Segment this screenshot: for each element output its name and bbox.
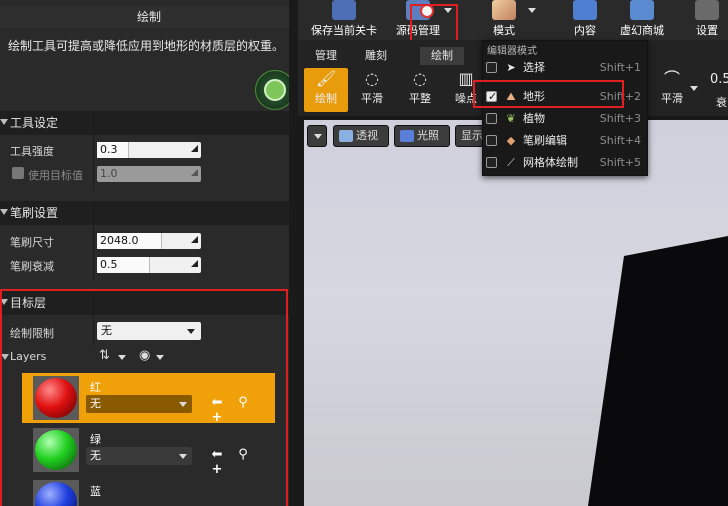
foliage-icon: ❦	[506, 112, 516, 125]
panel-scrollbar[interactable]	[289, 0, 298, 506]
brush-falloff-spinbox[interactable]: 0.5	[97, 257, 201, 273]
brush-size-spinbox[interactable]: 2048.0	[97, 233, 201, 249]
falloff-label: 衰	[716, 96, 727, 109]
select-arrow-icon: ➤	[506, 61, 516, 74]
tab-manage[interactable]: 管理	[306, 47, 346, 65]
brush-value-readout: 0.5	[710, 72, 728, 87]
menu-item-foliage[interactable]: ❦ 植物 Shift+3	[483, 108, 647, 130]
brush-edit-icon: ◆	[506, 134, 516, 147]
lit-cube-icon	[400, 130, 414, 142]
tool-strength-spinbox[interactable]: 0.3	[97, 142, 201, 158]
checkbox[interactable]	[486, 157, 497, 168]
chevron-icon	[264, 79, 286, 101]
editor-modes-menu: 编辑器模式 ➤ 选择 Shift+1 ⛰ 地形 Shift+2 ❦ 植物 Shi…	[482, 40, 648, 176]
settings-button[interactable]: 设置	[682, 0, 728, 40]
brush-size-label: 笔刷尺寸	[10, 236, 54, 249]
tab-sculpt[interactable]: 雕刻	[356, 47, 396, 65]
modes-button[interactable]: 模式	[476, 0, 532, 40]
column-splitter[interactable]	[93, 201, 94, 281]
tool-strength-label: 工具强度	[10, 145, 54, 158]
menu-item-mesh-paint[interactable]: ⟋ 网格体绘制 Shift+5	[483, 152, 647, 174]
expand-arrow-icon	[191, 169, 198, 176]
perspective-button[interactable]: 透视	[333, 125, 389, 147]
use-target-checkbox[interactable]	[12, 167, 24, 179]
use-target-label: 使用目标值	[28, 169, 83, 182]
landscape-mode-icon	[492, 0, 516, 20]
expand-arrow-icon	[191, 236, 198, 243]
paint-brush-icon: 🖌	[315, 69, 337, 88]
viewport-options-button[interactable]	[307, 125, 327, 147]
details-panel: 绘制 绘制工具可提高或降低应用到地形的材质层的权重。 工具设定 工具强度 0.3…	[0, 0, 298, 506]
brush-settings-header[interactable]: 笔刷设置	[0, 201, 298, 225]
settings-icon	[695, 0, 719, 20]
perspective-icon	[339, 130, 353, 142]
smooth-icon: ◌	[365, 69, 379, 88]
column-splitter[interactable]	[93, 111, 94, 191]
highlight-box-layers	[0, 289, 288, 506]
tab-paint[interactable]: 绘制	[420, 47, 464, 65]
target-value-spinbox[interactable]: 1.0	[97, 166, 201, 182]
marketplace-button[interactable]: 虚幻商城	[614, 0, 670, 40]
menu-header: 编辑器模式	[487, 46, 537, 57]
save-level-button[interactable]: 保存当前关卡	[304, 0, 384, 40]
level-viewport[interactable]	[304, 120, 728, 506]
marketplace-icon	[630, 0, 654, 20]
checkbox[interactable]	[486, 62, 497, 73]
lit-button[interactable]: 光照	[394, 125, 450, 147]
tool-description: 绘制工具可提高或降低应用到地形的材质层的权重。	[8, 39, 285, 53]
checkbox[interactable]	[486, 135, 497, 146]
checkbox[interactable]	[486, 113, 497, 124]
panel-title: 绘制	[0, 6, 298, 28]
main-toolbar: 保存当前关卡 源码管理 模式 内容 虚幻商城 设置	[298, 0, 728, 76]
chevron-down-icon	[314, 134, 322, 139]
brush-falloff-label: 笔刷衰减	[10, 260, 54, 273]
tool-paint[interactable]: 🖌 绘制	[304, 68, 348, 112]
expand-arrow-icon	[191, 260, 198, 267]
content-grid-icon	[573, 0, 597, 20]
menu-item-select[interactable]: ➤ 选择 Shift+1	[483, 57, 647, 79]
flatten-icon: ◌	[413, 69, 427, 88]
tool-smooth[interactable]: ◌ 平滑	[350, 68, 394, 112]
collapse-triangle-icon	[0, 209, 8, 215]
content-button[interactable]: 内容	[560, 0, 610, 40]
tool-flatten[interactable]: ◌ 平整	[398, 68, 442, 112]
show-button[interactable]: 显示	[455, 125, 485, 147]
smooth-curve-icon: ⌒	[663, 69, 680, 88]
save-icon	[332, 0, 356, 20]
tool-settings-header[interactable]: 工具设定	[0, 111, 298, 135]
collapse-triangle-icon	[0, 119, 8, 125]
tool-smooth-right[interactable]: ⌒ 平滑	[650, 68, 694, 112]
menu-item-brush-edit[interactable]: ◆ 笔刷编辑 Shift+4	[483, 130, 647, 152]
highlight-box-landscape	[473, 80, 624, 108]
mesh-paint-icon: ⟋	[507, 156, 515, 169]
dark-mesh	[588, 236, 728, 506]
expand-arrow-icon	[191, 145, 198, 152]
